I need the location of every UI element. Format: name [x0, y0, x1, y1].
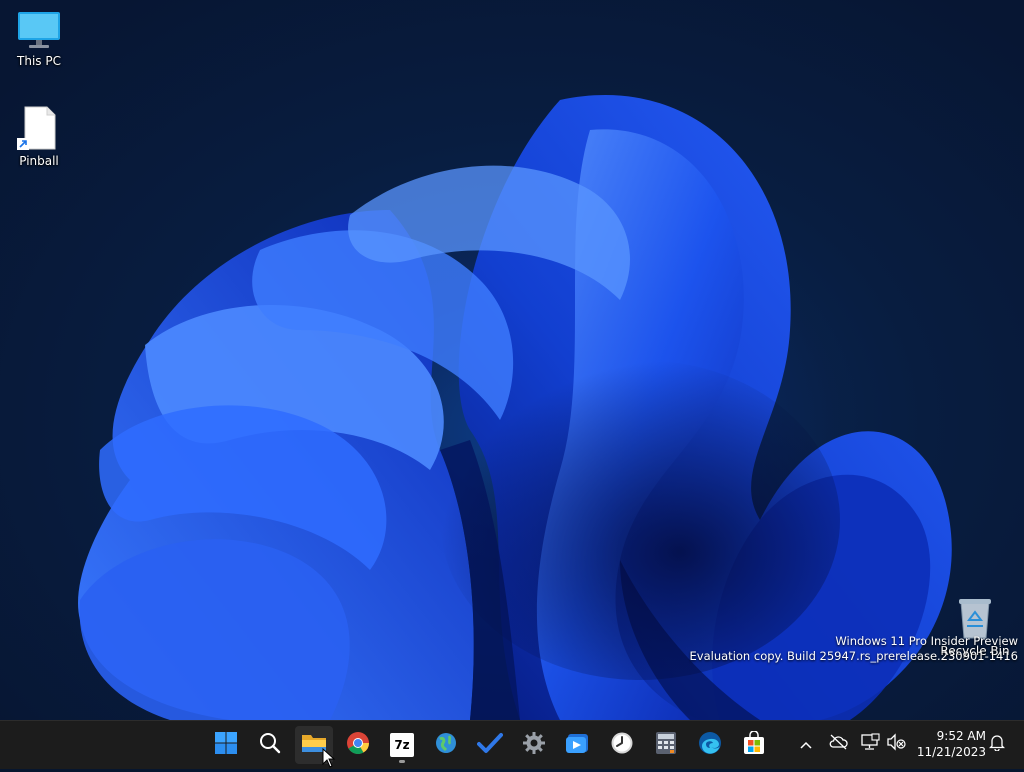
7zip-icon: 7z	[390, 733, 414, 757]
evaluation-watermark: Windows 11 Pro Insider Preview Evaluatio…	[690, 634, 1018, 664]
checkmark-icon	[477, 731, 503, 759]
calculator-button[interactable]	[647, 726, 685, 764]
file-shortcut-icon	[17, 106, 61, 150]
network-tool-button[interactable]	[427, 726, 465, 764]
search-button[interactable]	[251, 726, 289, 764]
calculator-icon	[655, 731, 677, 759]
search-icon	[258, 731, 282, 759]
start-button[interactable]	[207, 726, 245, 764]
todo-button[interactable]	[471, 726, 509, 764]
windows-start-icon	[214, 731, 238, 759]
onedrive-tray-button[interactable]	[827, 733, 849, 755]
show-hidden-icons-button[interactable]	[795, 733, 817, 755]
volume-tray-button[interactable]	[885, 733, 907, 755]
desktop-icon-this-pc[interactable]: This PC	[3, 10, 75, 68]
running-indicator	[399, 760, 405, 763]
desktop[interactable]: This PC Pinball Recycle Bin Windows 11 P…	[0, 0, 1024, 720]
watermark-build: Evaluation copy. Build 25947.rs_prerelea…	[689, 649, 1018, 663]
volume-muted-icon	[886, 733, 906, 755]
bloom-petal	[79, 539, 350, 720]
7zip-button[interactable]: 7z	[383, 726, 421, 764]
clock-icon	[610, 731, 634, 759]
notification-center-button[interactable]	[986, 733, 1008, 755]
chrome-icon	[346, 731, 370, 759]
bell-icon	[988, 733, 1006, 755]
tray-clock[interactable]: 9:52 AM 11/21/2023	[917, 728, 986, 760]
bloom-shadow	[440, 360, 840, 680]
globe-icon	[434, 731, 458, 759]
watermark-edition: Windows 11 Pro Insider Preview	[835, 634, 1018, 648]
clock-date: 11/21/2023	[916, 745, 986, 759]
gear-icon	[522, 731, 546, 759]
taskbar: 7z 9:52 AM 11/21/2023	[0, 720, 1024, 769]
7zip-label: 7z	[394, 738, 410, 752]
desktop-icon-label: Pinball	[19, 154, 59, 168]
edge-icon	[698, 731, 722, 759]
edge-button[interactable]	[691, 726, 729, 764]
clock-time: 9:52 AM	[936, 729, 986, 743]
monitor-icon	[17, 10, 61, 50]
desktop-icon-pinball[interactable]: Pinball	[3, 106, 75, 168]
network-icon	[860, 733, 880, 755]
network-tray-button[interactable]	[859, 733, 881, 755]
chrome-button[interactable]	[339, 726, 377, 764]
mouse-cursor-icon	[322, 747, 336, 772]
settings-button[interactable]	[515, 726, 553, 764]
cloud-offline-icon	[828, 734, 848, 754]
bloom-wallpaper	[78, 95, 952, 720]
store-button[interactable]	[735, 726, 773, 764]
media-player-button[interactable]	[559, 726, 597, 764]
chevron-up-icon	[799, 735, 813, 754]
media-player-icon	[565, 731, 591, 759]
desktop-icon-label: This PC	[17, 54, 61, 68]
clock-button[interactable]	[603, 726, 641, 764]
store-icon	[742, 730, 766, 759]
